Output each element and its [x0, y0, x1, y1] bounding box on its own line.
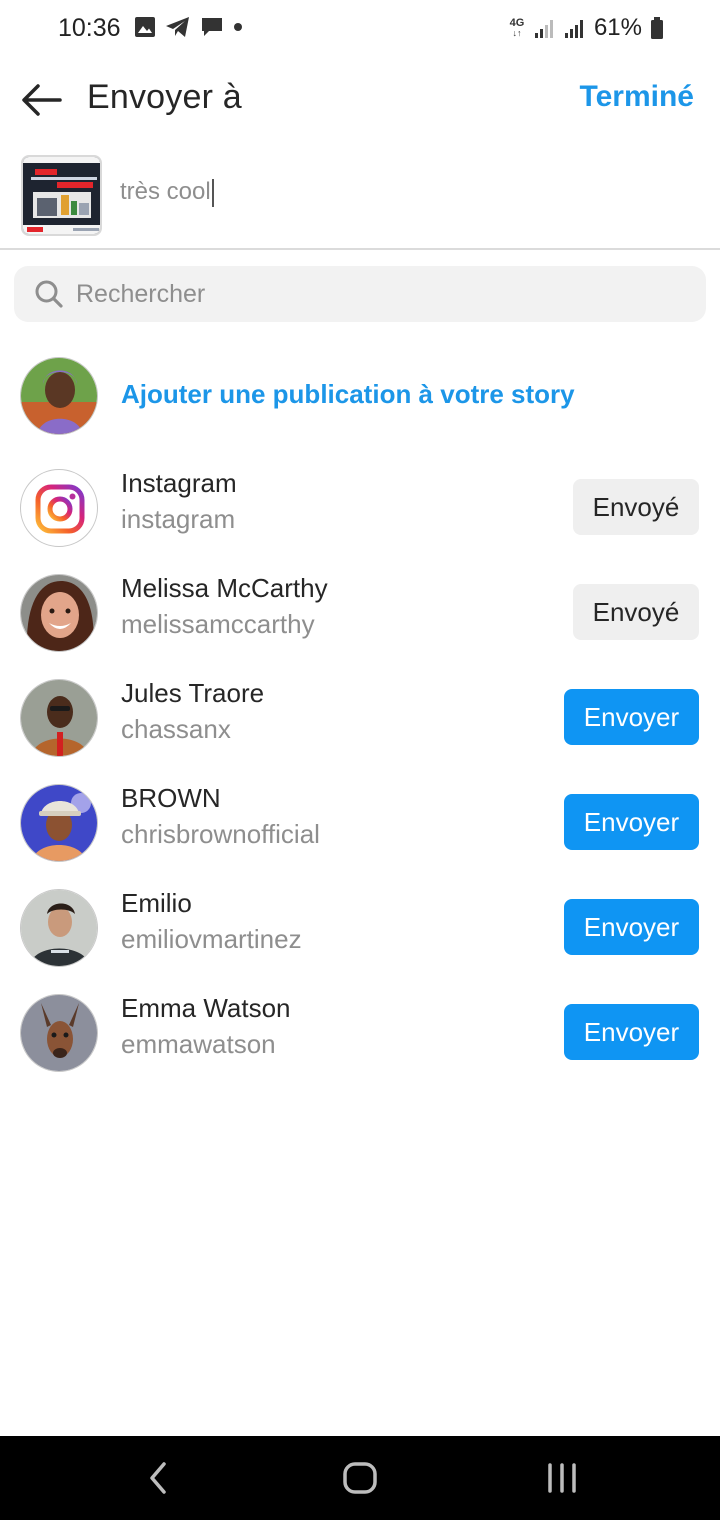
- add-to-story-label: Ajouter une publication à votre story: [121, 379, 575, 409]
- search-input[interactable]: [76, 266, 676, 322]
- caption-text: très cool: [120, 178, 211, 205]
- list-item[interactable]: Jules Traore chassanx Envoyer: [0, 672, 720, 764]
- telegram-icon: [166, 17, 189, 37]
- image-icon: [135, 17, 155, 37]
- instagram-logo-icon: [35, 484, 85, 534]
- status-time: 10:36: [58, 14, 121, 42]
- contact-username: emiliovmartinez: [121, 924, 302, 954]
- nav-home-button[interactable]: [335, 1456, 385, 1500]
- status-bar: 10:36 4G ↓↑ 61%: [0, 0, 720, 58]
- contact-name: Jules Traore: [121, 678, 265, 708]
- system-navigation-bar: [0, 1436, 720, 1520]
- text-cursor: [211, 178, 214, 207]
- recents-nav-icon: [548, 1463, 576, 1493]
- list-item[interactable]: Melissa McCarthy melissamccarthy Envoyé: [0, 567, 720, 659]
- contact-username: instagram: [121, 504, 236, 534]
- send-button[interactable]: Envoyer: [564, 794, 699, 850]
- back-nav-icon: [150, 1462, 166, 1494]
- header: Envoyer à Terminé: [0, 70, 720, 130]
- contact-name: Emma Watson: [121, 993, 291, 1023]
- contact-name: Emilio: [121, 888, 192, 918]
- contact-name: Instagram: [121, 468, 237, 498]
- list-item[interactable]: Emilio emiliovmartinez Envoyer: [0, 882, 720, 974]
- post-thumbnail-image: [23, 157, 100, 234]
- avatar: [20, 994, 98, 1072]
- nav-recents-button[interactable]: [537, 1456, 587, 1500]
- contact-username: chrisbrownofficial: [121, 819, 320, 849]
- sent-button[interactable]: Envoyé: [573, 584, 699, 640]
- contact-name: BROWN: [121, 783, 221, 813]
- signal-icon: [564, 20, 583, 38]
- done-button[interactable]: Terminé: [580, 80, 694, 114]
- add-to-story-row[interactable]: Ajouter une publication à votre story: [0, 350, 720, 442]
- dot-icon: [234, 23, 242, 31]
- nav-back-button[interactable]: [134, 1456, 184, 1500]
- signal-icon: [534, 20, 553, 38]
- avatar: [20, 469, 98, 547]
- avatar: [20, 784, 98, 862]
- post-preview-row: très cool: [0, 152, 720, 250]
- avatar: [20, 357, 98, 435]
- contact-name: Melissa McCarthy: [121, 573, 328, 603]
- arrow-left-icon: [22, 84, 62, 116]
- list-item[interactable]: BROWN chrisbrownofficial Envoyer: [0, 777, 720, 869]
- send-button[interactable]: Envoyer: [564, 689, 699, 745]
- contact-username: chassanx: [121, 714, 231, 744]
- sent-button[interactable]: Envoyé: [573, 479, 699, 535]
- search-icon: [35, 280, 63, 308]
- contact-username: emmawatson: [121, 1029, 276, 1059]
- network-type: 4G ↓↑: [509, 17, 525, 39]
- notification-icons: [134, 16, 243, 38]
- post-thumbnail[interactable]: [21, 155, 102, 236]
- send-button[interactable]: Envoyer: [564, 1004, 699, 1060]
- list-item[interactable]: Emma Watson emmawatson Envoyer: [0, 987, 720, 1079]
- send-button[interactable]: Envoyer: [564, 899, 699, 955]
- caption-input[interactable]: très cool: [120, 178, 640, 207]
- message-icon: [202, 18, 222, 36]
- search-bar[interactable]: [14, 266, 706, 322]
- list-item[interactable]: Instagram instagram Envoyé: [0, 462, 720, 554]
- avatar: [20, 574, 98, 652]
- avatar: [20, 679, 98, 757]
- home-nav-icon: [343, 1462, 377, 1494]
- battery-percent: 61%: [593, 14, 642, 41]
- contact-username: melissamccarthy: [121, 609, 315, 639]
- status-right: 4G ↓↑ 61%: [508, 14, 664, 42]
- back-button[interactable]: [20, 82, 64, 118]
- page-title: Envoyer à: [87, 78, 242, 116]
- avatar: [20, 889, 98, 967]
- battery-icon: [651, 17, 663, 39]
